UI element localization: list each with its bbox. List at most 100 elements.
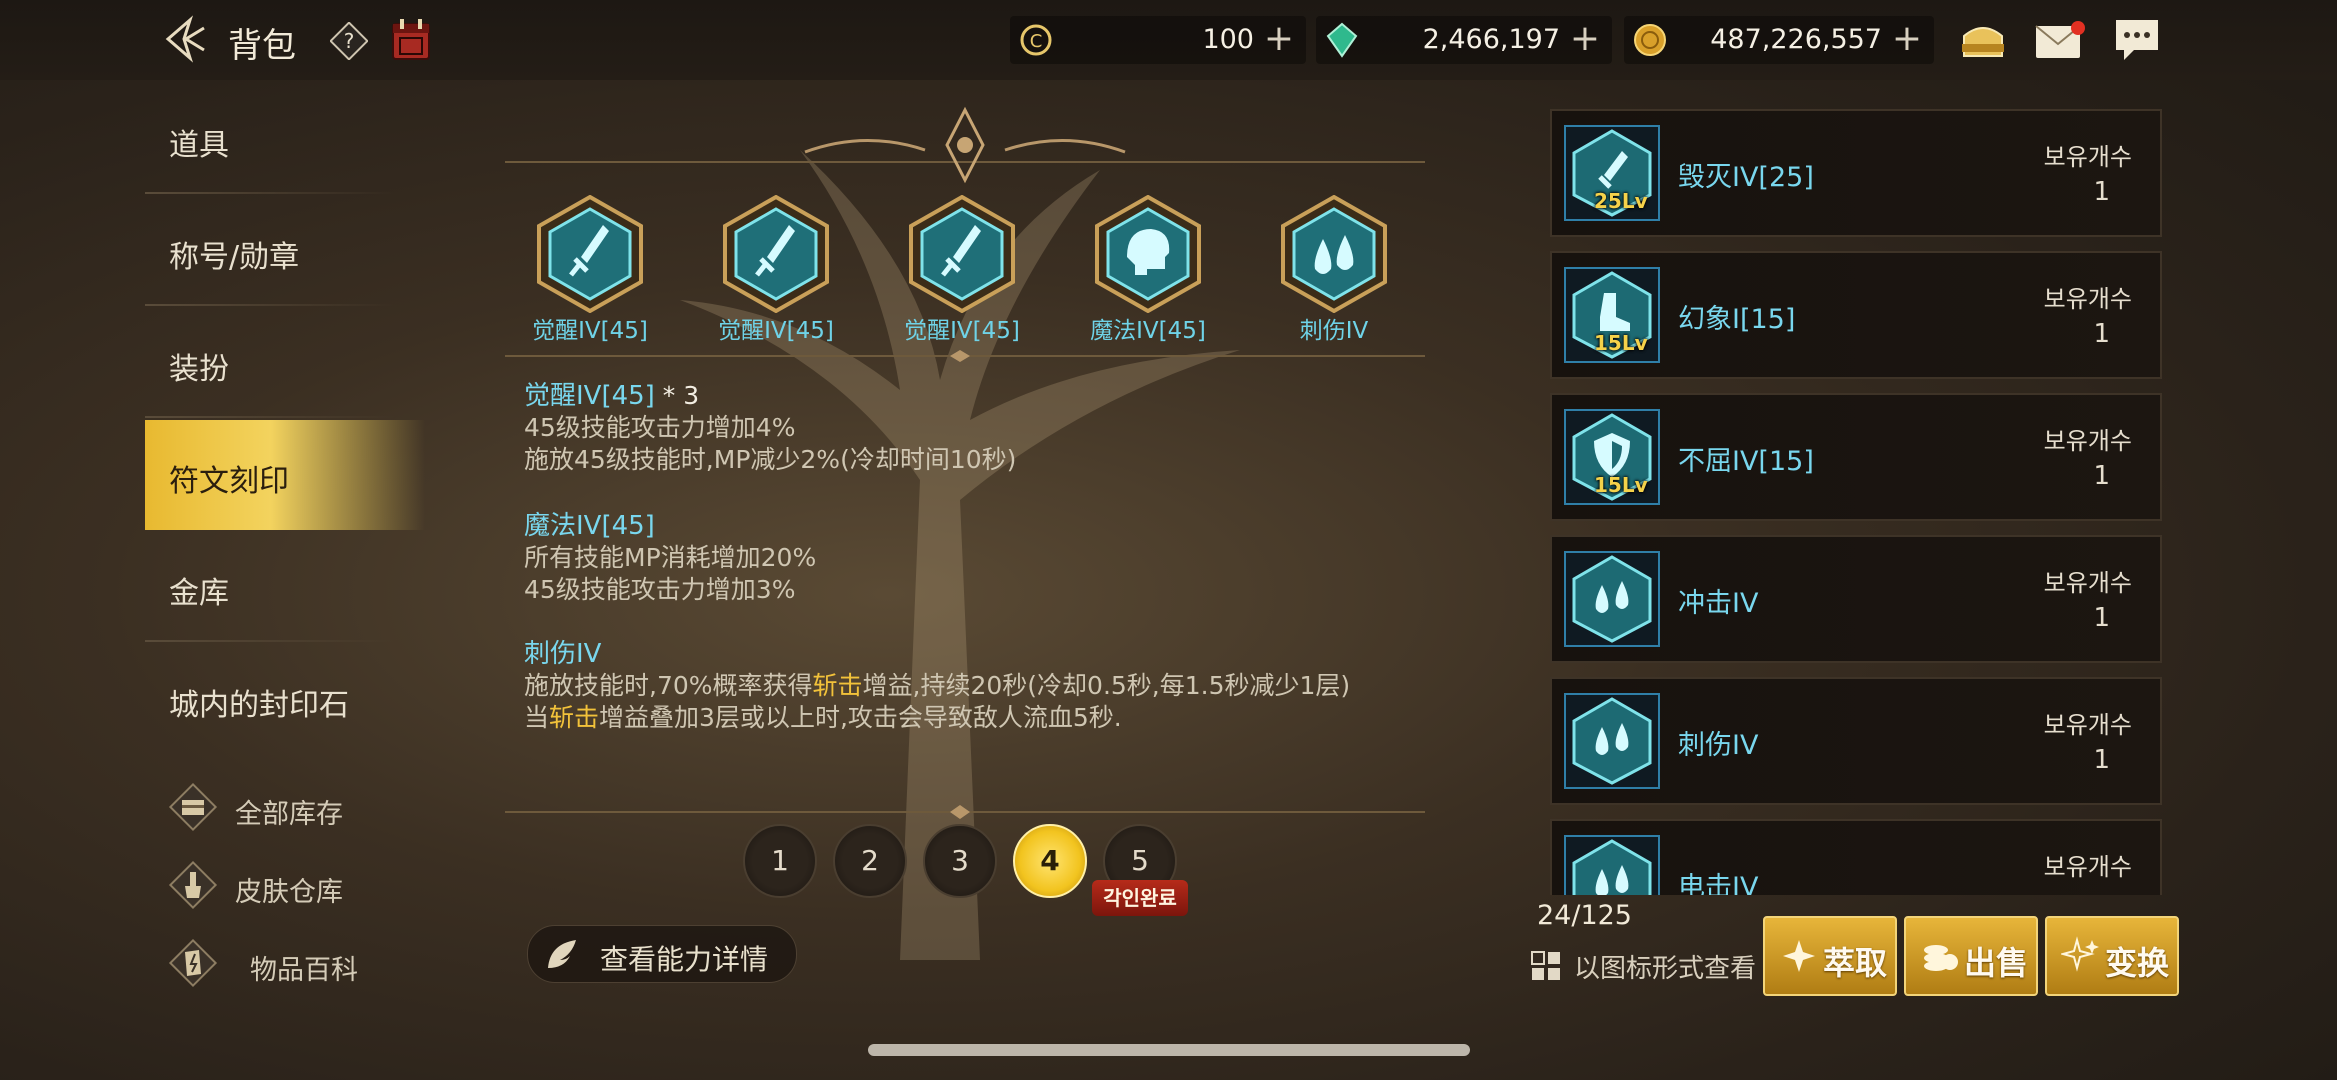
calendar-icon[interactable] <box>390 18 432 62</box>
chest-icon <box>168 782 218 832</box>
effect-line: 45级技能攻击力增加3% <box>524 575 796 604</box>
rune-slot-1[interactable]: 觉醒IV[45] <box>525 195 655 345</box>
currency-crystal: C 100 + <box>1010 16 1306 64</box>
highlight-keyword: 斩击 <box>812 671 863 700</box>
sidebar-item-titles[interactable]: 称号/勋章 <box>145 196 425 306</box>
sidebar-item-vault[interactable]: 金库 <box>145 532 425 642</box>
page-button-3[interactable]: 3 <box>923 824 997 898</box>
currency-value: 100 <box>1202 24 1254 55</box>
divider <box>145 192 395 194</box>
highlight-keyword: 斩击 <box>549 703 600 732</box>
rune-slot-name: 刺伤IV <box>1299 318 1369 344</box>
add-currency-button[interactable]: + <box>1892 18 1922 59</box>
divider-ornament <box>505 350 1425 362</box>
page-button-1[interactable]: 1 <box>743 824 817 898</box>
rune-name: 冲击IV <box>1678 588 1759 619</box>
rune-slot-2[interactable]: 觉醒IV[45] <box>711 195 841 345</box>
on-hand-label: 보유개수 <box>2043 853 2132 881</box>
list-item[interactable]: 15Lv 幻象I[15] 보유개수 1 <box>1550 251 2162 379</box>
effect-text: 增益叠加3层或以上时,攻击会导致敌人流血5秒. <box>599 703 1122 732</box>
on-hand-label: 보유개수 <box>2043 427 2132 455</box>
rune-level: 15Lv <box>1594 331 1648 355</box>
drops-icon <box>1281 195 1387 313</box>
sidebar-item-items[interactable]: 道具 <box>145 84 425 194</box>
inventory-count: 24/125 <box>1537 900 1632 931</box>
list-item[interactable]: 冲击IV 보유개수 1 <box>1550 535 2162 663</box>
currency-value: 2,466,197 <box>1422 24 1560 55</box>
effect-line: 施放45级技能时,MP减少2%(冷却时间10秒) <box>524 445 1017 474</box>
rune-icon-frame: 15Lv <box>1564 267 1660 363</box>
list-item[interactable]: 15Lv 不屈IV[15] 보유개수 1 <box>1550 393 2162 521</box>
rune-name: 不屈IV[15] <box>1678 446 1814 477</box>
on-hand-label: 보유개수 <box>2043 569 2132 597</box>
rune-slot-name: 魔法IV[45] <box>1090 318 1206 344</box>
brush-icon <box>168 860 218 910</box>
back-arrow-icon[interactable] <box>160 14 210 64</box>
rune-slot-name: 觉醒IV[45] <box>532 318 648 344</box>
drops-icon <box>1572 839 1652 895</box>
sword-icon <box>723 195 829 313</box>
rune-slot-4[interactable]: 魔法IV[45] <box>1083 195 1213 345</box>
effect-text: 增益,持续20秒(冷却0.5秒,每1.5秒减少1层) <box>862 671 1351 700</box>
on-hand-label: 보유개수 <box>2043 711 2132 739</box>
effect-title: 刺伤IV <box>524 639 602 669</box>
list-item[interactable]: 电击IV 보유개수 <box>1550 819 2162 895</box>
sword-icon <box>909 195 1015 313</box>
divider <box>145 640 395 642</box>
sub-link-label: 皮肤仓库 <box>235 877 343 908</box>
help-icon[interactable]: ? <box>330 22 368 60</box>
drops-icon <box>1572 555 1652 643</box>
rune-slot-3[interactable]: 觉醒IV[45] <box>897 195 1027 345</box>
svg-text:?: ? <box>344 29 355 53</box>
list-item[interactable]: 刺伤IV 보유개수 1 <box>1550 677 2162 805</box>
add-currency-button[interactable]: + <box>1264 18 1294 59</box>
effect-line: 所有技能MP消耗增加20% <box>524 543 817 572</box>
on-hand-count: 1 <box>2093 177 2110 207</box>
divider <box>145 416 395 418</box>
chat-icon[interactable] <box>2112 16 2162 64</box>
rune-name: 电击IV <box>1678 872 1759 895</box>
page-title: 背包 <box>228 26 296 66</box>
sidebar-item-rune-engrave[interactable]: 符文刻印 <box>145 420 425 530</box>
view-ability-details-button[interactable]: 查看能力详情 <box>527 925 797 983</box>
effect-block-awaken: 觉醒IV[45] * 3 45级技能攻击力增加4% 施放45级技能时,MP减少2… <box>524 380 1016 476</box>
bag-icon[interactable] <box>1958 16 2008 62</box>
sidebar-item-label: 符文刻印 <box>169 464 289 499</box>
sidebar-item-label: 城内的封印石 <box>169 688 349 723</box>
on-hand-label: 보유개수 <box>2043 285 2132 313</box>
mail-icon[interactable] <box>2034 20 2086 60</box>
rune-inventory-list[interactable]: 25Lv 毁灭IV[25] 보유개수 1 15Lv 幻象I[15] 보유개수 1… <box>1548 105 2168 895</box>
transform-button[interactable]: 变换 <box>2045 916 2179 996</box>
sell-button[interactable]: 出售 <box>1904 916 2038 996</box>
crystal-c-icon: C <box>1020 24 1052 56</box>
rune-slot-5[interactable]: 刺伤IV <box>1269 195 1399 345</box>
page-button-4[interactable]: 4 <box>1013 824 1087 898</box>
engrave-complete-badge: 각인완료 <box>1092 880 1188 916</box>
add-currency-button[interactable]: + <box>1570 18 1600 59</box>
effect-block-stab: 刺伤IV 施放技能时,70%概率获得斩击增益,持续20秒(冷却0.5秒,每1.5… <box>524 638 1350 734</box>
list-item[interactable]: 25Lv 毁灭IV[25] 보유개수 1 <box>1550 109 2162 237</box>
sidebar-item-seal-stone[interactable]: 城内的封印石 <box>145 644 425 754</box>
sidebar-item-costume[interactable]: 装扮 <box>145 308 425 418</box>
effect-block-magic: 魔法IV[45] 所有技能MP消耗增加20% 45级技能攻击力增加3% <box>524 510 816 606</box>
green-gem-icon <box>1326 22 1358 58</box>
detail-button-label: 查看能力详情 <box>600 943 769 976</box>
extract-icon <box>1783 940 1815 972</box>
rune-icon-frame: 15Lv <box>1564 409 1660 505</box>
extract-button[interactable]: 萃取 <box>1763 916 1897 996</box>
action-label: 变换 <box>2105 944 2170 982</box>
rune-icon-frame <box>1564 835 1660 895</box>
page-button-2[interactable]: 2 <box>833 824 907 898</box>
book-icon <box>168 938 218 988</box>
rune-name: 刺伤IV <box>1678 730 1759 761</box>
on-hand-label: 보유개수 <box>2043 143 2132 171</box>
effect-title: 觉醒IV[45] <box>524 381 655 411</box>
drops-icon <box>1572 697 1652 785</box>
rune-name: 毁灭IV[25] <box>1678 162 1814 193</box>
home-indicator[interactable] <box>868 1044 1470 1056</box>
currency-green-gem: 2,466,197 + <box>1316 16 1612 64</box>
sub-link-label: 物品百科 <box>250 955 358 986</box>
rune-slot-name: 觉醒IV[45] <box>718 318 834 344</box>
currency-gold: 487,226,557 + <box>1624 16 1934 64</box>
currency-value: 487,226,557 <box>1710 24 1882 55</box>
